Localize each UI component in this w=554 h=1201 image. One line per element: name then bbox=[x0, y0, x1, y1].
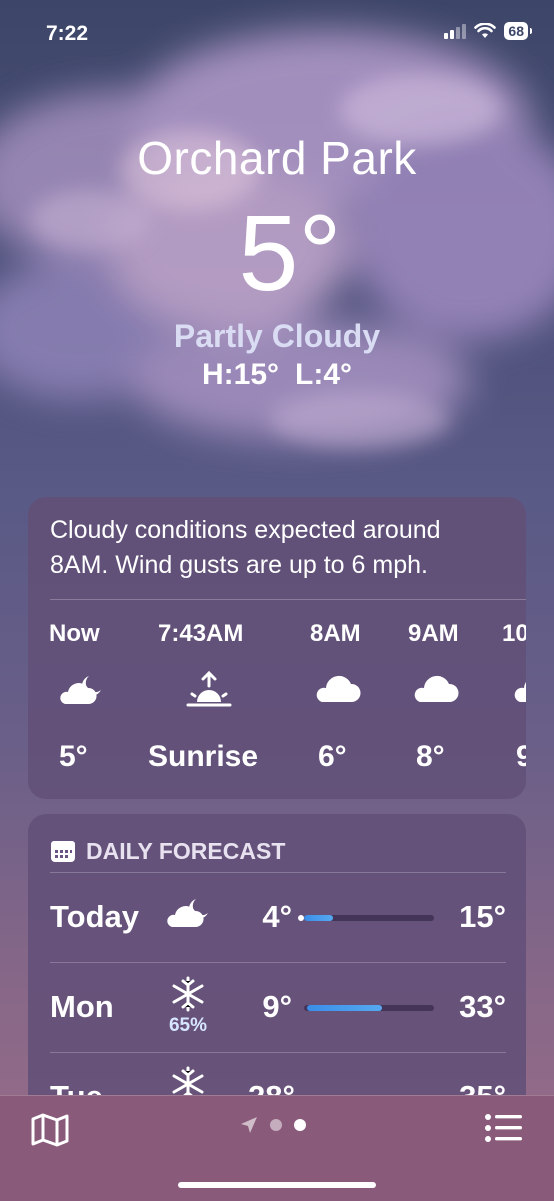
page-dot[interactable] bbox=[270, 1119, 282, 1131]
hour-label: 7:43AM bbox=[158, 620, 244, 647]
hour-label: 8AM bbox=[310, 620, 361, 647]
hour-temp: 9 bbox=[516, 740, 526, 773]
wifi-icon bbox=[474, 23, 497, 38]
partly-cloudy-night-icon bbox=[60, 676, 101, 704]
cloud-icon bbox=[316, 675, 361, 702]
summary-rest: . Wind gusts are up to 6 mph. bbox=[101, 551, 428, 579]
page-dot-active[interactable] bbox=[294, 1119, 306, 1131]
city-name: Orchard Park bbox=[137, 132, 417, 184]
location-arrow-icon[interactable] bbox=[240, 1116, 258, 1134]
daily-forecast-header: DAILY FORECAST bbox=[28, 814, 526, 872]
hourly-strip[interactable]: Now 5° 7:43AM Sunrise 8AM 6° 9AM 8° 10 9 bbox=[28, 600, 526, 799]
list-icon[interactable] bbox=[484, 1112, 524, 1144]
hour-label: 10 bbox=[502, 620, 526, 647]
daily-forecast-card[interactable]: DAILY FORECAST Today 4° 15° Mon 65% 9° 3… bbox=[28, 814, 526, 1114]
cellular-signal-icon bbox=[444, 23, 467, 39]
calendar-icon bbox=[51, 841, 75, 862]
forecast-summary: Cloudy conditions expected around 8AM. W… bbox=[28, 497, 526, 599]
high-low: H:15° L:4° bbox=[0, 356, 554, 394]
page-indicator[interactable] bbox=[240, 1116, 306, 1134]
day-name: Today bbox=[50, 899, 139, 934]
hourly-forecast-card[interactable]: Cloudy conditions expected around 8AM. W… bbox=[28, 497, 526, 799]
precip-chance: 65% bbox=[168, 1015, 208, 1036]
hour-temp: 6° bbox=[318, 740, 347, 773]
current-temperature: 5° bbox=[238, 192, 342, 313]
cloud-icon bbox=[414, 675, 459, 702]
day-low: 4° bbox=[262, 899, 292, 934]
hour-label: Now bbox=[49, 620, 100, 647]
current-weather-header: Orchard Park 5° Partly Cloudy H:15° L:4° bbox=[0, 128, 554, 394]
home-indicator bbox=[178, 1182, 376, 1188]
day-high: 15° bbox=[459, 899, 506, 934]
current-temp-dot bbox=[298, 915, 304, 921]
map-icon[interactable] bbox=[30, 1112, 70, 1148]
temp-range-fill bbox=[304, 915, 333, 921]
daily-row[interactable]: Today 4° 15° bbox=[50, 872, 506, 962]
hour-temp: 8° bbox=[416, 740, 445, 773]
snowflake-icon bbox=[172, 976, 204, 1012]
condition-text: Partly Cloudy bbox=[173, 318, 381, 354]
sunrise-icon bbox=[186, 670, 232, 707]
battery-indicator: 68 bbox=[504, 22, 532, 40]
temp-range-bar bbox=[304, 915, 434, 921]
temp-range-fill bbox=[306, 1005, 382, 1011]
temp-range-bar bbox=[304, 1005, 434, 1011]
low-temp: L:4° bbox=[295, 358, 353, 391]
hour-temp: 5° bbox=[59, 740, 88, 773]
summary-line1: Cloudy conditions expected around bbox=[50, 516, 441, 544]
status-time: 7:22 bbox=[46, 22, 89, 45]
partly-cloudy-night-icon bbox=[167, 899, 208, 927]
hour-temp: Sunrise bbox=[148, 740, 259, 773]
high-temp: H:15° bbox=[201, 358, 280, 391]
status-icons: 68 bbox=[444, 22, 532, 40]
daily-forecast-title: DAILY FORECAST bbox=[86, 837, 286, 864]
hour-label: 9AM bbox=[408, 620, 459, 647]
daily-row[interactable]: Mon 65% 9° 33° bbox=[50, 962, 506, 1052]
cloud-icon bbox=[514, 682, 526, 702]
summary-time: 8AM bbox=[50, 551, 102, 579]
status-bar: 7:22 68 bbox=[0, 0, 554, 66]
day-low: 9° bbox=[262, 989, 292, 1024]
day-name: Mon bbox=[50, 989, 114, 1024]
day-high: 33° bbox=[459, 989, 506, 1024]
